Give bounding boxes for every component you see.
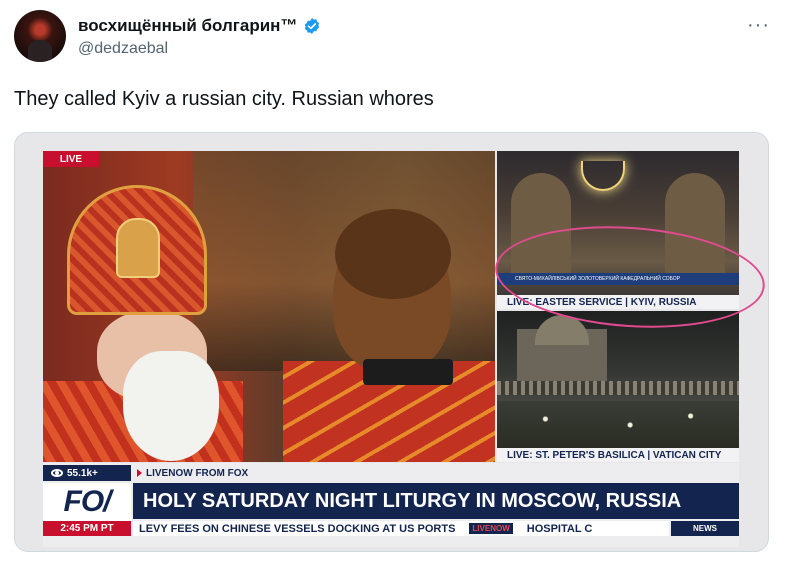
deacon-collar [363, 359, 453, 385]
livenow-text: LIVENOW FROM FOX [146, 467, 249, 479]
fox-logo: FO/ [43, 483, 131, 521]
tweet-text: They called Kyiv a russian city. Russian… [14, 88, 434, 110]
eye-icon [51, 469, 63, 477]
live-tag: LIVE [43, 151, 99, 167]
mitre-crown [67, 185, 207, 315]
viewer-count-value: 55.1k+ [67, 467, 98, 479]
avatar[interactable] [14, 10, 66, 62]
tweet-header: восхищённый болгарин™ @dedzaebal ··· [14, 10, 774, 66]
author-name-row[interactable]: восхищённый болгарин™ [78, 16, 321, 36]
author-handle[interactable]: @dedzaebal [78, 40, 168, 58]
patriarch-beard [123, 351, 219, 461]
mitre-icon [116, 218, 160, 278]
play-triangle-icon [137, 469, 142, 477]
deacon-hair [335, 209, 451, 299]
livenow-label: LIVENOW FROM FOX [133, 465, 248, 481]
side-feed-vatican [497, 311, 739, 461]
news-ticker: LEVY FEES ON CHINESE VESSELS DOCKING AT … [133, 521, 669, 536]
ticker-text: LEVY FEES ON CHINESE VESSELS DOCKING AT … [139, 522, 456, 535]
verified-badge-icon[interactable] [303, 17, 321, 35]
caption-vatican: LIVE: ST. PETER'S BASILICA | VATICAN CIT… [497, 448, 739, 462]
viewer-count: 55.1k+ [43, 465, 131, 481]
lower-third-banner: 55.1k+ LIVENOW FROM FOX FO/ HOLY SATURDA… [43, 463, 739, 547]
tweet-media[interactable]: LIVE СВЯТО-МИХАЙЛІВСЬКИЙ ЗОЛОТОВЕРХИЙ КА… [14, 132, 769, 552]
ticker-badge: LIVENOW [469, 523, 513, 534]
author-display-name[interactable]: восхищённый болгарин™ [78, 16, 297, 36]
timestamp: 2:45 PM PT [43, 521, 131, 536]
ticker-next: HOSPITAL C [526, 522, 593, 535]
broadcast-screenshot: LIVE СВЯТО-МИХАЙЛІВСЬКИЙ ЗОЛОТОВЕРХИЙ КА… [43, 151, 768, 547]
more-options-icon[interactable]: ··· [747, 14, 770, 37]
main-video-feed [43, 151, 495, 462]
headline-bar: HOLY SATURDAY NIGHT LITURGY IN MOSCOW, R… [133, 483, 739, 519]
colonnade [497, 381, 739, 395]
news-box: NEWS [671, 521, 739, 536]
chandelier-icon [581, 161, 625, 191]
